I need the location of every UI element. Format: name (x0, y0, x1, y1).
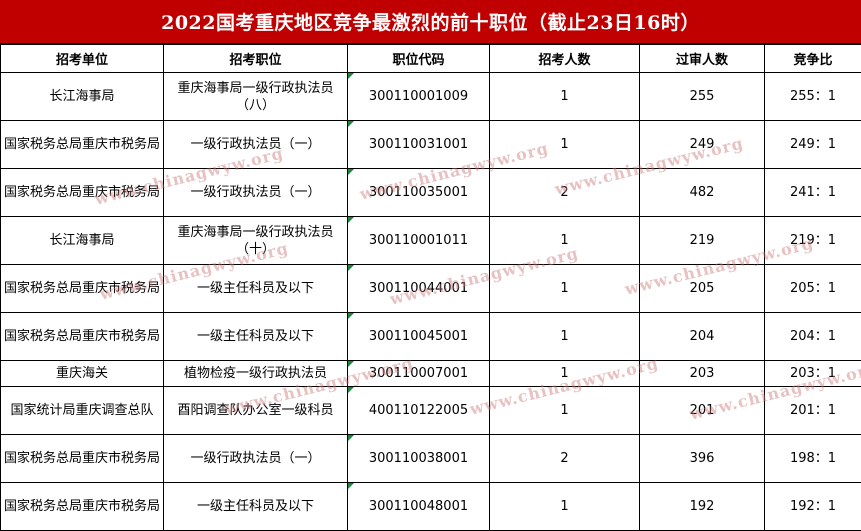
cell-position: 植物检疫一级行政执法员 (164, 361, 348, 387)
cell-unit: 国家税务总局重庆市税务局 (1, 121, 164, 169)
cell-position: 一级主任科员及以下 (164, 313, 348, 361)
cell-code: 300110038001 (348, 435, 490, 483)
cell-unit: 重庆海关 (1, 361, 164, 387)
cell-passed: 205 (640, 265, 765, 313)
cell-unit: 国家税务总局重庆市税务局 (1, 483, 164, 531)
cell-passed: 203 (640, 361, 765, 387)
cell-code: 300110031001 (348, 121, 490, 169)
cell-recruit: 1 (490, 483, 640, 531)
table-row: 国家税务总局重庆市税务局 一级行政执法员（一） 300110038001 2 3… (1, 435, 861, 483)
cell-position: 一级行政执法员（一） (164, 169, 348, 217)
cell-ratio: 201：1 (765, 387, 861, 435)
cell-code: 300110001011 (348, 217, 490, 265)
cell-recruit: 1 (490, 265, 640, 313)
cell-position: 重庆海事局一级行政执法员（八） (164, 73, 348, 121)
cell-unit: 长江海事局 (1, 217, 164, 265)
ranking-table: 招考单位 招考职位 职位代码 招考人数 过审人数 竞争比 长江海事局 重庆海事局… (0, 44, 861, 531)
cell-unit: 长江海事局 (1, 73, 164, 121)
cell-position: 一级主任科员及以下 (164, 265, 348, 313)
cell-recruit: 2 (490, 169, 640, 217)
cell-ratio: 192：1 (765, 483, 861, 531)
cell-passed: 396 (640, 435, 765, 483)
page-title: 2022国考重庆地区竞争最激烈的前十职位（截止23日16时） (0, 0, 861, 44)
cell-position: 一级行政执法员（一） (164, 435, 348, 483)
cell-position: 一级行政执法员（一） (164, 121, 348, 169)
cell-passed: 192 (640, 483, 765, 531)
cell-unit: 国家税务总局重庆市税务局 (1, 435, 164, 483)
table-row: 重庆海关 植物检疫一级行政执法员 300110007001 1 203 203：… (1, 361, 861, 387)
cell-ratio: 205：1 (765, 265, 861, 313)
cell-code: 300110035001 (348, 169, 490, 217)
cell-passed: 204 (640, 313, 765, 361)
cell-recruit: 1 (490, 387, 640, 435)
cell-code: 400110122005 (348, 387, 490, 435)
cell-ratio: 249：1 (765, 121, 861, 169)
cell-passed: 255 (640, 73, 765, 121)
cell-passed: 482 (640, 169, 765, 217)
cell-code: 300110044001 (348, 265, 490, 313)
cell-ratio: 198：1 (765, 435, 861, 483)
cell-passed: 219 (640, 217, 765, 265)
header-code: 职位代码 (348, 45, 490, 73)
table-row: 长江海事局 重庆海事局一级行政执法员（八） 300110001009 1 255… (1, 73, 861, 121)
table-row: 国家税务总局重庆市税务局 一级行政执法员（一） 300110031001 1 2… (1, 121, 861, 169)
cell-recruit: 1 (490, 361, 640, 387)
cell-ratio: 203：1 (765, 361, 861, 387)
cell-ratio: 255：1 (765, 73, 861, 121)
cell-position: 重庆海事局一级行政执法员（十） (164, 217, 348, 265)
cell-ratio: 219：1 (765, 217, 861, 265)
table-row: 国家税务总局重庆市税务局 一级行政执法员（一） 300110035001 2 4… (1, 169, 861, 217)
cell-unit: 国家统计局重庆调查总队 (1, 387, 164, 435)
header-ratio: 竞争比 (765, 45, 861, 73)
cell-position: 酉阳调查队办公室一级科员 (164, 387, 348, 435)
cell-passed: 249 (640, 121, 765, 169)
cell-code: 300110048001 (348, 483, 490, 531)
cell-recruit: 1 (490, 121, 640, 169)
cell-recruit: 1 (490, 73, 640, 121)
cell-passed: 201 (640, 387, 765, 435)
table-row: 长江海事局 重庆海事局一级行政执法员（十） 300110001011 1 219… (1, 217, 861, 265)
cell-ratio: 204：1 (765, 313, 861, 361)
cell-recruit: 1 (490, 217, 640, 265)
table-row: 国家税务总局重庆市税务局 一级主任科员及以下 300110045001 1 20… (1, 313, 861, 361)
cell-recruit: 2 (490, 435, 640, 483)
table-row: 国家税务总局重庆市税务局 一级主任科员及以下 300110044001 1 20… (1, 265, 861, 313)
header-recruit: 招考人数 (490, 45, 640, 73)
table-row: 国家统计局重庆调查总队 酉阳调查队办公室一级科员 400110122005 1 … (1, 387, 861, 435)
cell-unit: 国家税务总局重庆市税务局 (1, 169, 164, 217)
header-position: 招考职位 (164, 45, 348, 73)
cell-recruit: 1 (490, 313, 640, 361)
header-row: 招考单位 招考职位 职位代码 招考人数 过审人数 竞争比 (1, 45, 861, 73)
cell-unit: 国家税务总局重庆市税务局 (1, 313, 164, 361)
cell-code: 300110007001 (348, 361, 490, 387)
cell-ratio: 241：1 (765, 169, 861, 217)
cell-code: 300110001009 (348, 73, 490, 121)
cell-code: 300110045001 (348, 313, 490, 361)
cell-position: 一级主任科员及以下 (164, 483, 348, 531)
header-unit: 招考单位 (1, 45, 164, 73)
header-passed: 过审人数 (640, 45, 765, 73)
table-row: 国家税务总局重庆市税务局 一级主任科员及以下 300110048001 1 19… (1, 483, 861, 531)
cell-unit: 国家税务总局重庆市税务局 (1, 265, 164, 313)
